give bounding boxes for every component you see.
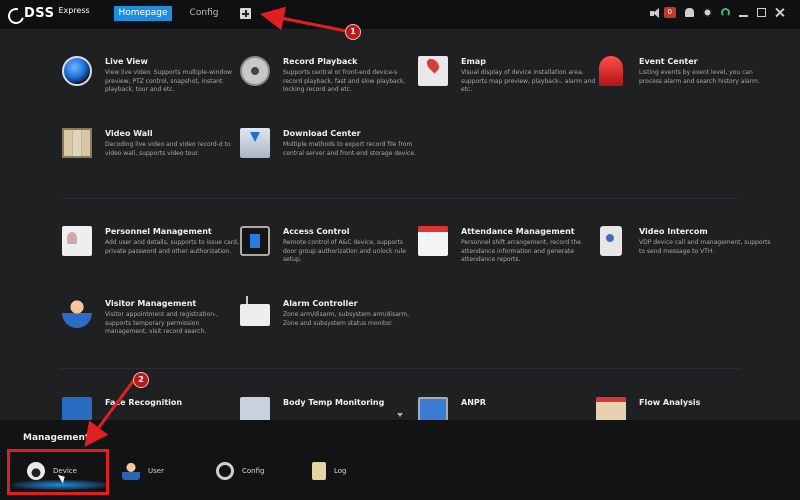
module-desc: Add user and details, supports to issue … — [105, 239, 239, 255]
module-title: Emap — [461, 57, 486, 66]
intercom-icon — [600, 226, 622, 256]
logo-main-text: DSS — [24, 6, 55, 21]
logo-sub-text: Express — [58, 6, 90, 15]
management-item-user[interactable]: User — [122, 460, 164, 482]
module-title: Record Playback — [283, 57, 358, 66]
module-desc: VDP device call and management, supports… — [639, 239, 771, 255]
alarm-count-badge[interactable]: 0 — [663, 7, 676, 18]
section-divider — [60, 368, 740, 369]
app-logo: DSS Express — [8, 6, 90, 21]
module-title: Visitor Management — [105, 299, 197, 308]
module-desc: Zone arm/disarm, subsystem arm/disarm, Z… — [283, 311, 410, 327]
module-desc: View live video. Supports multiple-windo… — [105, 69, 232, 94]
tab-config[interactable]: Config — [186, 6, 222, 21]
performance-gauge-icon[interactable] — [721, 8, 730, 17]
module-desc: Personnel shift arrangement, record the … — [461, 239, 582, 264]
step-1-badge: 1 — [345, 24, 361, 40]
management-item-label: Config — [242, 467, 265, 475]
user-account-icon[interactable] — [685, 8, 694, 17]
volume-icon[interactable] — [649, 7, 660, 18]
module-title: Flow Analysis — [639, 398, 701, 407]
collapse-arrow-icon[interactable] — [397, 413, 403, 417]
module-title: Face Recognition — [105, 398, 183, 407]
module-title: Event Center — [639, 57, 698, 66]
module-title: Body Temp Monitoring — [283, 398, 385, 407]
calendar-icon — [418, 226, 448, 256]
top-bar: DSS Express Homepage Config 0 — [0, 0, 800, 29]
module-title: Video Intercom — [639, 227, 708, 236]
map-pin-icon — [418, 56, 448, 86]
module-desc: Decoding live video and video record-d t… — [105, 141, 231, 157]
logo-mark-icon — [8, 6, 22, 20]
management-item-log[interactable]: Log — [312, 460, 347, 482]
module-desc: Supports central or front-end device-s r… — [283, 69, 406, 94]
module-title: Attendance Management — [461, 227, 575, 236]
module-title: Personnel Management — [105, 227, 212, 236]
module-desc: Listing events by event level, you can p… — [639, 69, 760, 85]
visitor-icon — [62, 298, 92, 328]
device-highlight-box — [7, 449, 109, 495]
management-panel: Management Device User Config Log — [0, 420, 800, 500]
module-desc: Remote control of A&C device, supports d… — [283, 239, 406, 264]
section-divider — [60, 198, 740, 199]
video-wall-icon — [62, 128, 92, 158]
management-item-config[interactable]: Config — [216, 460, 264, 482]
module-title: Live View — [105, 57, 148, 66]
access-control-icon — [240, 226, 270, 256]
user-icon — [122, 462, 140, 480]
module-title: Alarm Controller — [283, 299, 358, 308]
minimize-icon[interactable] — [739, 14, 748, 17]
add-tab-icon[interactable] — [240, 8, 251, 19]
download-icon — [240, 128, 270, 158]
log-icon — [312, 462, 326, 480]
tab-homepage[interactable]: Homepage — [114, 6, 172, 21]
management-title: Management — [23, 433, 90, 443]
module-desc: Multiple methods to export record file f… — [283, 141, 416, 157]
step-2-badge: 2 — [133, 372, 149, 388]
film-reel-icon — [240, 56, 270, 86]
settings-gear-icon[interactable] — [703, 8, 712, 17]
live-view-icon — [62, 56, 92, 86]
top-right-controls: 0 — [649, 7, 784, 18]
siren-icon — [599, 56, 623, 86]
close-icon[interactable] — [775, 8, 784, 17]
management-item-label: User — [148, 467, 164, 475]
module-desc: Visitor appointment and registration-, s… — [105, 311, 219, 336]
gear-icon — [216, 462, 234, 480]
management-item-label: Log — [334, 467, 347, 475]
maximize-icon[interactable] — [757, 8, 766, 17]
module-desc: Visual display of device installation ar… — [461, 69, 596, 94]
module-title: Download Center — [283, 129, 361, 138]
module-title: Video Wall — [105, 129, 153, 138]
module-title: ANPR — [461, 398, 486, 407]
id-badge-icon — [62, 226, 92, 256]
alarm-controller-icon — [240, 296, 270, 326]
module-title: Access Control — [283, 227, 350, 236]
